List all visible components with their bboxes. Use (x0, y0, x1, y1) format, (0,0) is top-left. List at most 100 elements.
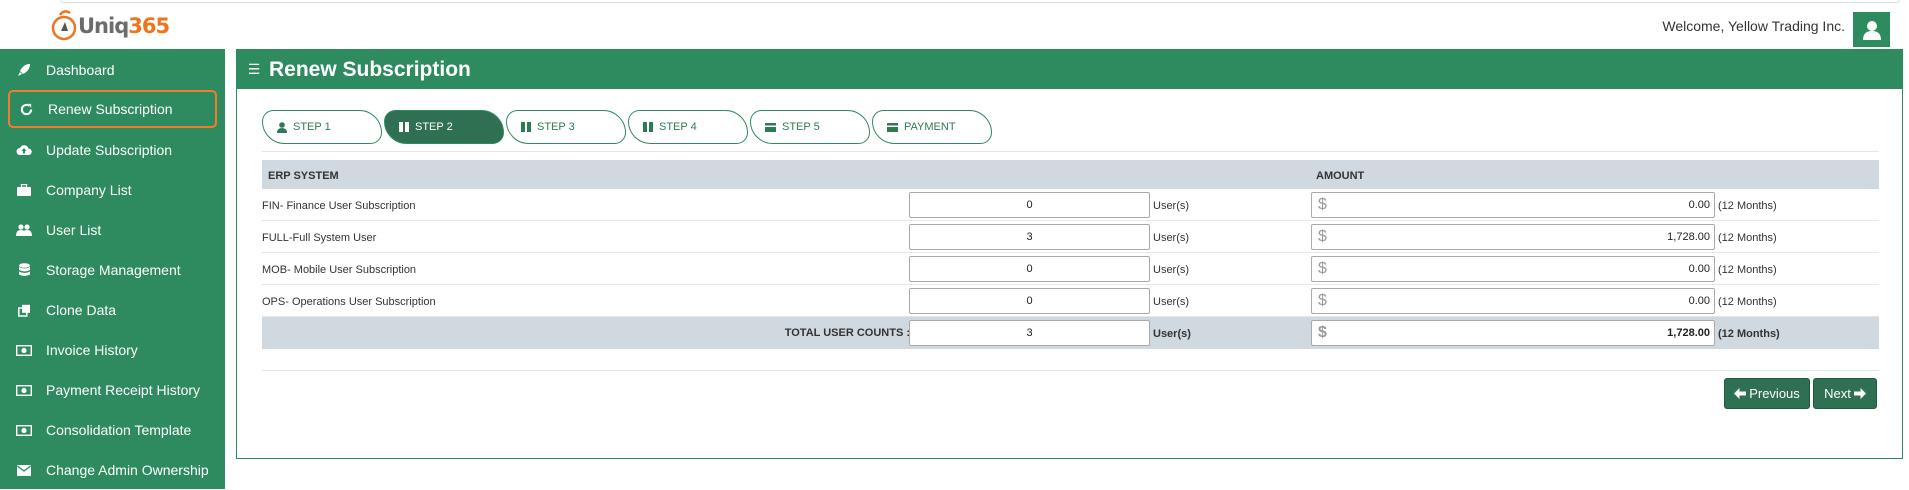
column-header-amount: AMOUNT (1316, 170, 1365, 182)
months-suffix: (12 Months) (1718, 200, 1777, 212)
step-label: STEP 4 (659, 121, 697, 133)
dollar-icon: $ (1318, 324, 1327, 341)
credit-card-icon (765, 122, 776, 132)
panel-header: ☰ Renew Subscription (237, 50, 1902, 89)
divider (262, 370, 1879, 371)
subscription-name: MOB- Mobile User Subscription (262, 264, 417, 276)
subscription-name: FULL-Full System User (262, 232, 377, 244)
briefcase-icon (13, 182, 35, 198)
amount-value: 1,728.00 (1667, 231, 1710, 243)
months-suffix: (12 Months) (1718, 264, 1777, 276)
tab-step-2[interactable]: STEP 2 (384, 110, 504, 144)
user-count-input[interactable]: 0 (909, 192, 1150, 218)
refresh-icon (15, 101, 37, 117)
sidebar-item-label: Payment Receipt History (46, 382, 201, 398)
sidebar-item-invoice-history[interactable]: Invoice History (0, 330, 225, 370)
amount-value: 0.00 (1688, 199, 1710, 211)
tab-step-5[interactable]: STEP 5 (750, 110, 870, 144)
sidebar-item-storage-management[interactable]: Storage Management (0, 250, 225, 290)
sidebar-item-label: User List (46, 222, 102, 238)
sidebar-item-label: Company List (46, 182, 132, 198)
amount-field: $ 0.00 (1311, 192, 1715, 218)
logo-text: Uniq365 (78, 14, 170, 38)
sidebar-item-update-subscription[interactable]: Update Subscription (0, 130, 225, 170)
credit-card-icon (887, 122, 898, 132)
renew-subscription-panel: ☰ Renew Subscription STEP 1 STEP 2 STEP … (236, 49, 1903, 459)
sidebar-item-label: Storage Management (46, 262, 181, 278)
user-count-input[interactable]: 0 (909, 288, 1150, 314)
sidebar-item-label: Invoice History (46, 342, 138, 358)
user-icon (277, 121, 287, 133)
sidebar-item-dashboard[interactable]: Dashboard (0, 50, 225, 90)
sidebar-item-company-list[interactable]: Company List (0, 170, 225, 210)
dollar-icon: $ (1318, 196, 1327, 213)
total-row: TOTAL USER COUNTS : 3 User(s) $ 1,728.00… (262, 317, 1879, 349)
users-suffix: User(s) (1153, 200, 1190, 212)
sidebar-item-user-list[interactable]: User List (0, 210, 225, 250)
top-header: Uniq365 Welcome, Yellow Trading Inc. (0, 0, 1909, 49)
user-menu-button[interactable] (1853, 12, 1890, 47)
logo-mark-icon (51, 10, 77, 41)
subscription-name: FIN- Finance User Subscription (262, 200, 416, 212)
sidebar-item-consolidation-template[interactable]: Consolidation Template (0, 410, 225, 450)
columns-icon (643, 122, 653, 132)
total-user-count: 3 (909, 320, 1150, 346)
sidebar-item-payment-receipt-history[interactable]: Payment Receipt History (0, 370, 225, 410)
amount-field: $ 1,728.00 (1311, 224, 1715, 250)
page-title: Renew Subscription (269, 57, 471, 81)
users-icon (13, 222, 35, 238)
user-count-input[interactable]: 0 (909, 256, 1150, 282)
user-count-input[interactable]: 3 (909, 224, 1150, 250)
previous-button[interactable]: Previous (1724, 378, 1810, 409)
columns-icon (399, 122, 409, 132)
money-icon (13, 342, 35, 358)
sidebar-item-change-admin-ownership[interactable]: Change Admin Ownership (0, 450, 225, 490)
months-suffix: (12 Months) (1718, 232, 1777, 244)
table-row: MOB- Mobile User Subscription 0 User(s) … (262, 253, 1879, 285)
months-suffix: (12 Months) (1718, 328, 1780, 340)
hamburger-menu-icon[interactable]: ☰ (239, 61, 269, 78)
arrow-left-icon (1734, 388, 1747, 399)
welcome-text: Welcome, Yellow Trading Inc. (1662, 18, 1845, 34)
column-header-erp-system: ERP SYSTEM (268, 170, 339, 182)
sidebar-item-label: Change Admin Ownership (46, 462, 209, 478)
database-icon (13, 262, 35, 278)
clone-icon (13, 302, 35, 318)
users-suffix: User(s) (1153, 232, 1190, 244)
total-label: TOTAL USER COUNTS : (784, 327, 910, 339)
arrow-right-icon (1853, 388, 1866, 399)
users-suffix: User(s) (1153, 264, 1190, 276)
table-row: FIN- Finance User Subscription 0 User(s)… (262, 189, 1879, 221)
subscription-name: OPS- Operations User Subscription (262, 296, 436, 308)
app-logo[interactable]: Uniq365 (50, 6, 170, 46)
step-label: PAYMENT (904, 121, 956, 133)
tab-step-4[interactable]: STEP 4 (628, 110, 748, 144)
divider (262, 151, 1879, 152)
total-amount-value: 1,728.00 (1667, 327, 1710, 339)
rocket-icon (13, 62, 35, 78)
cloud-upload-icon (13, 142, 35, 158)
dollar-icon: $ (1318, 292, 1327, 309)
table-header: ERP SYSTEM AMOUNT (262, 160, 1879, 189)
step-label: STEP 5 (782, 121, 820, 133)
users-suffix: User(s) (1153, 296, 1190, 308)
next-button[interactable]: Next (1813, 378, 1877, 409)
sidebar-item-label: Renew Subscription (48, 101, 173, 117)
dollar-icon: $ (1318, 260, 1327, 277)
sidebar-item-renew-subscription[interactable]: Renew Subscription (8, 90, 217, 128)
sidebar-item-clone-data[interactable]: Clone Data (0, 290, 225, 330)
tab-payment[interactable]: PAYMENT (872, 110, 992, 144)
sidebar-item-label: Update Subscription (46, 142, 173, 158)
sidebar-item-label: Consolidation Template (46, 422, 192, 438)
money-icon (13, 382, 35, 398)
sidebar: Dashboard Renew Subscription Update Subs… (0, 49, 225, 489)
total-amount-field: $ 1,728.00 (1311, 320, 1715, 346)
amount-field: $ 0.00 (1311, 256, 1715, 282)
money-icon (13, 422, 35, 438)
step-label: STEP 3 (537, 121, 575, 133)
tab-step-1[interactable]: STEP 1 (262, 110, 382, 144)
users-suffix: User(s) (1153, 328, 1191, 340)
header-divider (60, 0, 1900, 3)
step-label: STEP 2 (415, 121, 453, 133)
tab-step-3[interactable]: STEP 3 (506, 110, 626, 144)
